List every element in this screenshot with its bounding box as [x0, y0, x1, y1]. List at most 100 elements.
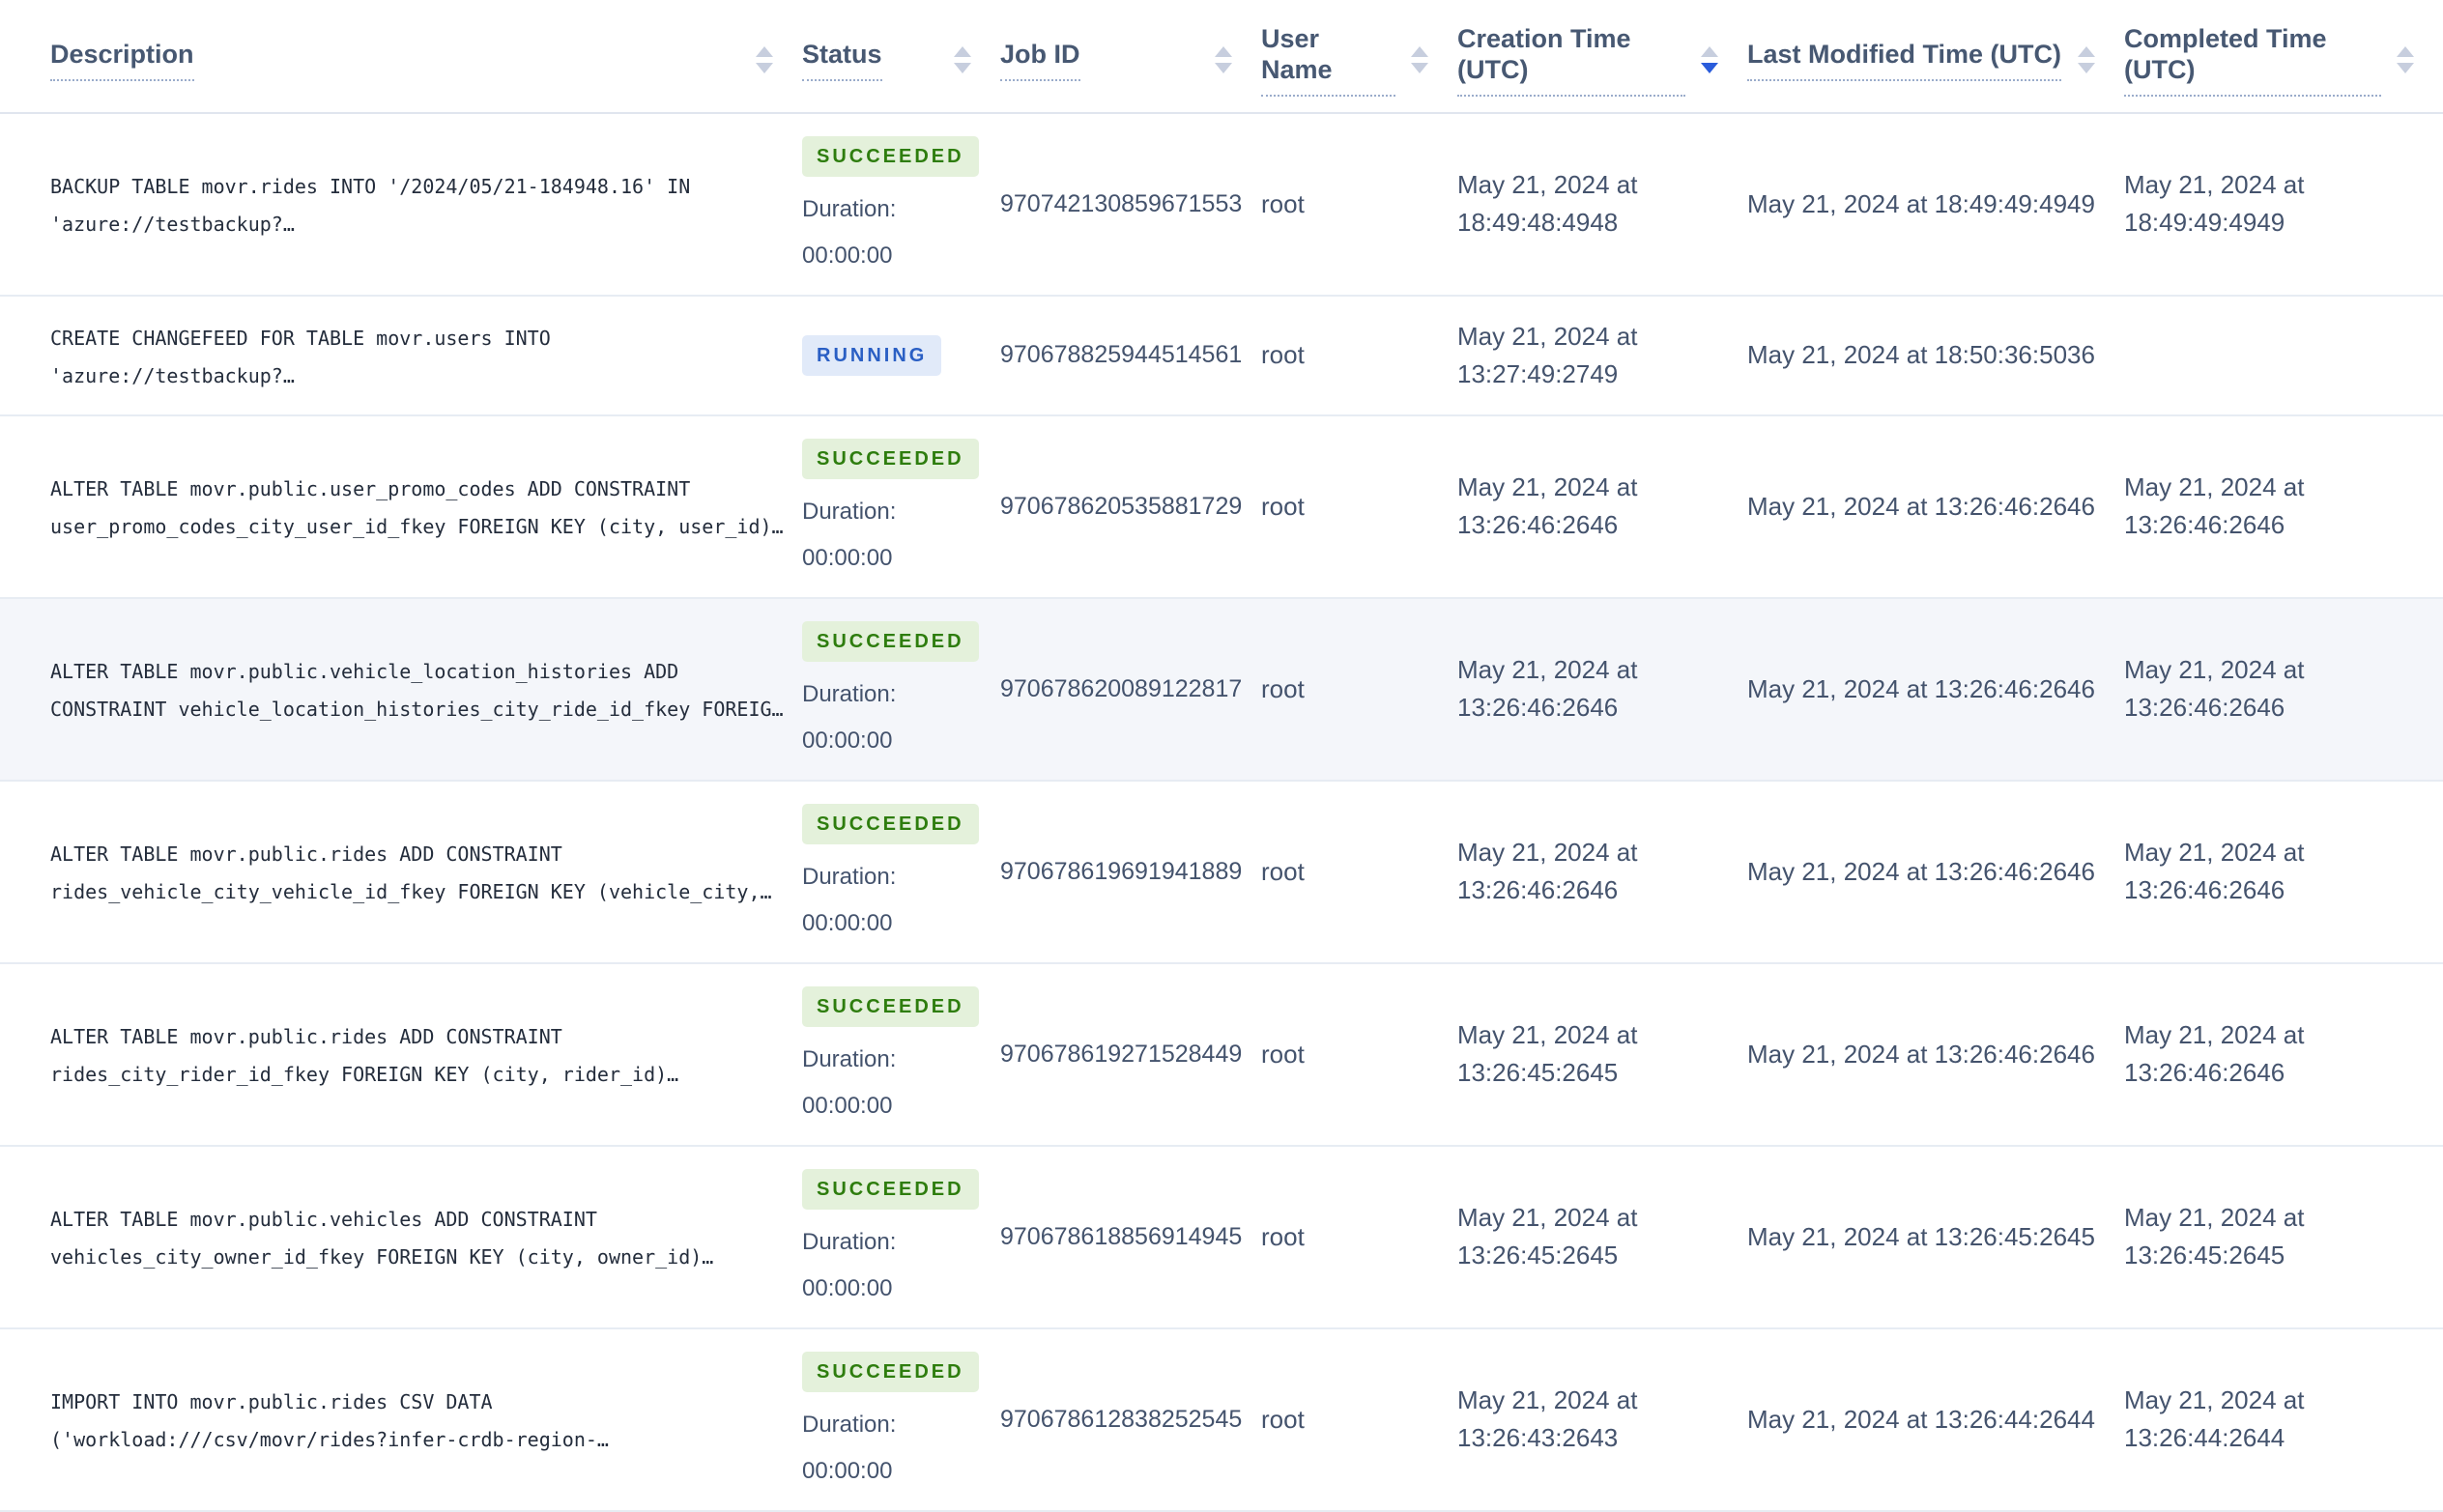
- status-badge: RUNNING: [802, 335, 942, 377]
- job-last-modified-time: May 21, 2024 at 13:26:46:2646: [1747, 962, 2124, 1147]
- job-id: 970678620089122817: [1000, 597, 1261, 782]
- column-header-modified[interactable]: Last Modified Time (UTC): [1747, 0, 2124, 114]
- sort-descending-icon: [954, 62, 971, 73]
- duration-value: 00:00:00: [802, 242, 893, 269]
- duration-value: 00:00:00: [802, 1092, 893, 1119]
- duration-value: 00:00:00: [802, 909, 893, 936]
- status-badge: SUCCEEDED: [802, 135, 979, 177]
- column-header-label: Creation Time (UTC): [1457, 23, 1685, 97]
- column-header-completed[interactable]: Completed Time (UTC): [2124, 0, 2443, 114]
- job-description-link[interactable]: IMPORT INTO movr.public.rides CSV DATA (…: [50, 1390, 609, 1451]
- sort-ascending-icon: [2078, 45, 2095, 57]
- job-status-cell: SUCCEEDED Duration: 00:00:00: [802, 1327, 1000, 1512]
- duration-label: Duration:: [802, 680, 897, 707]
- column-header-created[interactable]: Creation Time (UTC): [1457, 0, 1747, 114]
- job-description-link[interactable]: BACKUP TABLE movr.rides INTO '/2024/05/2…: [50, 175, 690, 236]
- job-row: BACKUP TABLE movr.rides INTO '/2024/05/2…: [0, 112, 2443, 297]
- job-id: 970678618856914945: [1000, 1145, 1261, 1329]
- job-description-cell: IMPORT INTO movr.public.rides CSV DATA (…: [0, 1327, 802, 1512]
- column-header-label: Job ID: [1000, 39, 1080, 81]
- column-header-user[interactable]: User Name: [1261, 0, 1457, 114]
- column-header-label: User Name: [1261, 23, 1395, 97]
- job-last-modified-time: May 21, 2024 at 13:26:44:2644: [1747, 1327, 2124, 1512]
- duration-value: 00:00:00: [802, 727, 893, 754]
- duration-value: 00:00:00: [802, 544, 893, 571]
- job-id: 970678620535881729: [1000, 414, 1261, 599]
- sort-descending-icon: [2078, 62, 2095, 73]
- job-row: ALTER TABLE movr.public.user_promo_codes…: [0, 414, 2443, 599]
- job-description-cell: ALTER TABLE movr.public.vehicles ADD CON…: [0, 1145, 802, 1329]
- duration-value: 00:00:00: [802, 1457, 893, 1484]
- job-description-cell: ALTER TABLE movr.public.rides ADD CONSTR…: [0, 962, 802, 1147]
- job-last-modified-time: May 21, 2024 at 18:50:36:5036: [1747, 295, 2124, 416]
- job-description-link[interactable]: ALTER TABLE movr.public.vehicle_location…: [50, 660, 784, 721]
- jobs-table-header-row: Description Status Job ID User Name Crea…: [0, 0, 2443, 114]
- status-badge: SUCCEEDED: [802, 438, 979, 479]
- job-last-modified-time: May 21, 2024 at 18:49:49:4949: [1747, 112, 2124, 297]
- job-user-name: root: [1261, 1327, 1457, 1512]
- job-creation-time: May 21, 2024 at 13:26:46:2646: [1457, 597, 1747, 782]
- job-description-link[interactable]: CREATE CHANGEFEED FOR TABLE movr.users I…: [50, 327, 551, 387]
- duration-label: Duration:: [802, 498, 897, 525]
- column-header-label: Last Modified Time (UTC): [1747, 39, 2062, 81]
- sort-arrows-icon: [1701, 45, 1718, 73]
- job-completed-time: May 21, 2024 at 13:26:46:2646: [2124, 597, 2443, 782]
- column-header-jobid[interactable]: Job ID: [1000, 0, 1261, 114]
- job-id: 970678825944514561: [1000, 295, 1261, 416]
- job-row: ALTER TABLE movr.public.vehicle_location…: [0, 597, 2443, 782]
- sort-arrows-icon: [2397, 45, 2414, 73]
- column-header-status[interactable]: Status: [802, 0, 1000, 114]
- job-last-modified-time: May 21, 2024 at 13:26:46:2646: [1747, 414, 2124, 599]
- job-id: 970742130859671553: [1000, 112, 1261, 297]
- status-badge: SUCCEEDED: [802, 985, 979, 1027]
- job-creation-time: May 21, 2024 at 18:49:48:4948: [1457, 112, 1747, 297]
- job-creation-time: May 21, 2024 at 13:27:49:2749: [1457, 295, 1747, 416]
- sort-ascending-icon: [1215, 45, 1232, 57]
- job-completed-time: May 21, 2024 at 13:26:45:2645: [2124, 1145, 2443, 1329]
- sort-descending-icon: [1411, 62, 1428, 73]
- status-badge: SUCCEEDED: [802, 620, 979, 662]
- sort-arrows-icon: [954, 45, 971, 73]
- duration-label: Duration:: [802, 195, 897, 222]
- job-status-cell: SUCCEEDED Duration: 00:00:00: [802, 112, 1000, 297]
- sort-ascending-icon: [954, 45, 971, 57]
- sort-descending-icon: [1215, 62, 1232, 73]
- job-row: CREATE CHANGEFEED FOR TABLE movr.users I…: [0, 295, 2443, 416]
- job-creation-time: May 21, 2024 at 13:26:45:2645: [1457, 962, 1747, 1147]
- column-header-label: Description: [50, 39, 194, 81]
- job-user-name: root: [1261, 597, 1457, 782]
- job-creation-time: May 21, 2024 at 13:26:46:2646: [1457, 414, 1747, 599]
- sort-ascending-icon: [2397, 45, 2414, 57]
- job-description-link[interactable]: ALTER TABLE movr.public.rides ADD CONSTR…: [50, 1025, 678, 1086]
- column-header-desc[interactable]: Description: [0, 0, 802, 114]
- job-status-cell: SUCCEEDED Duration: 00:00:00: [802, 962, 1000, 1147]
- job-last-modified-time: May 21, 2024 at 13:26:46:2646: [1747, 780, 2124, 964]
- duration-label: Duration:: [802, 863, 897, 890]
- job-last-modified-time: May 21, 2024 at 13:26:46:2646: [1747, 597, 2124, 782]
- job-description-link[interactable]: ALTER TABLE movr.public.vehicles ADD CON…: [50, 1208, 713, 1269]
- job-description-link[interactable]: ALTER TABLE movr.public.user_promo_codes…: [50, 477, 784, 538]
- column-header-label: Status: [802, 39, 882, 81]
- job-completed-time: May 21, 2024 at 18:49:49:4949: [2124, 112, 2443, 297]
- job-user-name: root: [1261, 112, 1457, 297]
- sort-arrows-icon: [756, 45, 773, 73]
- job-description-cell: ALTER TABLE movr.public.user_promo_codes…: [0, 414, 802, 599]
- duration-value: 00:00:00: [802, 1274, 893, 1301]
- job-row: ALTER TABLE movr.public.rides ADD CONSTR…: [0, 962, 2443, 1147]
- job-status-cell: RUNNING: [802, 295, 1000, 416]
- job-completed-time: May 21, 2024 at 13:26:44:2644: [2124, 1327, 2443, 1512]
- sort-ascending-icon: [1411, 45, 1428, 57]
- job-user-name: root: [1261, 962, 1457, 1147]
- job-user-name: root: [1261, 780, 1457, 964]
- job-status-cell: SUCCEEDED Duration: 00:00:00: [802, 597, 1000, 782]
- job-user-name: root: [1261, 295, 1457, 416]
- job-row: IMPORT INTO movr.public.rides CSV DATA (…: [0, 1327, 2443, 1512]
- sort-descending-icon: [756, 62, 773, 73]
- job-description-link[interactable]: ALTER TABLE movr.public.rides ADD CONSTR…: [50, 842, 772, 903]
- sort-descending-icon: [1701, 62, 1718, 73]
- job-status-cell: SUCCEEDED Duration: 00:00:00: [802, 414, 1000, 599]
- job-completed-time: May 21, 2024 at 13:26:46:2646: [2124, 780, 2443, 964]
- job-creation-time: May 21, 2024 at 13:26:45:2645: [1457, 1145, 1747, 1329]
- job-id: 970678619271528449: [1000, 962, 1261, 1147]
- status-badge: SUCCEEDED: [802, 1351, 979, 1392]
